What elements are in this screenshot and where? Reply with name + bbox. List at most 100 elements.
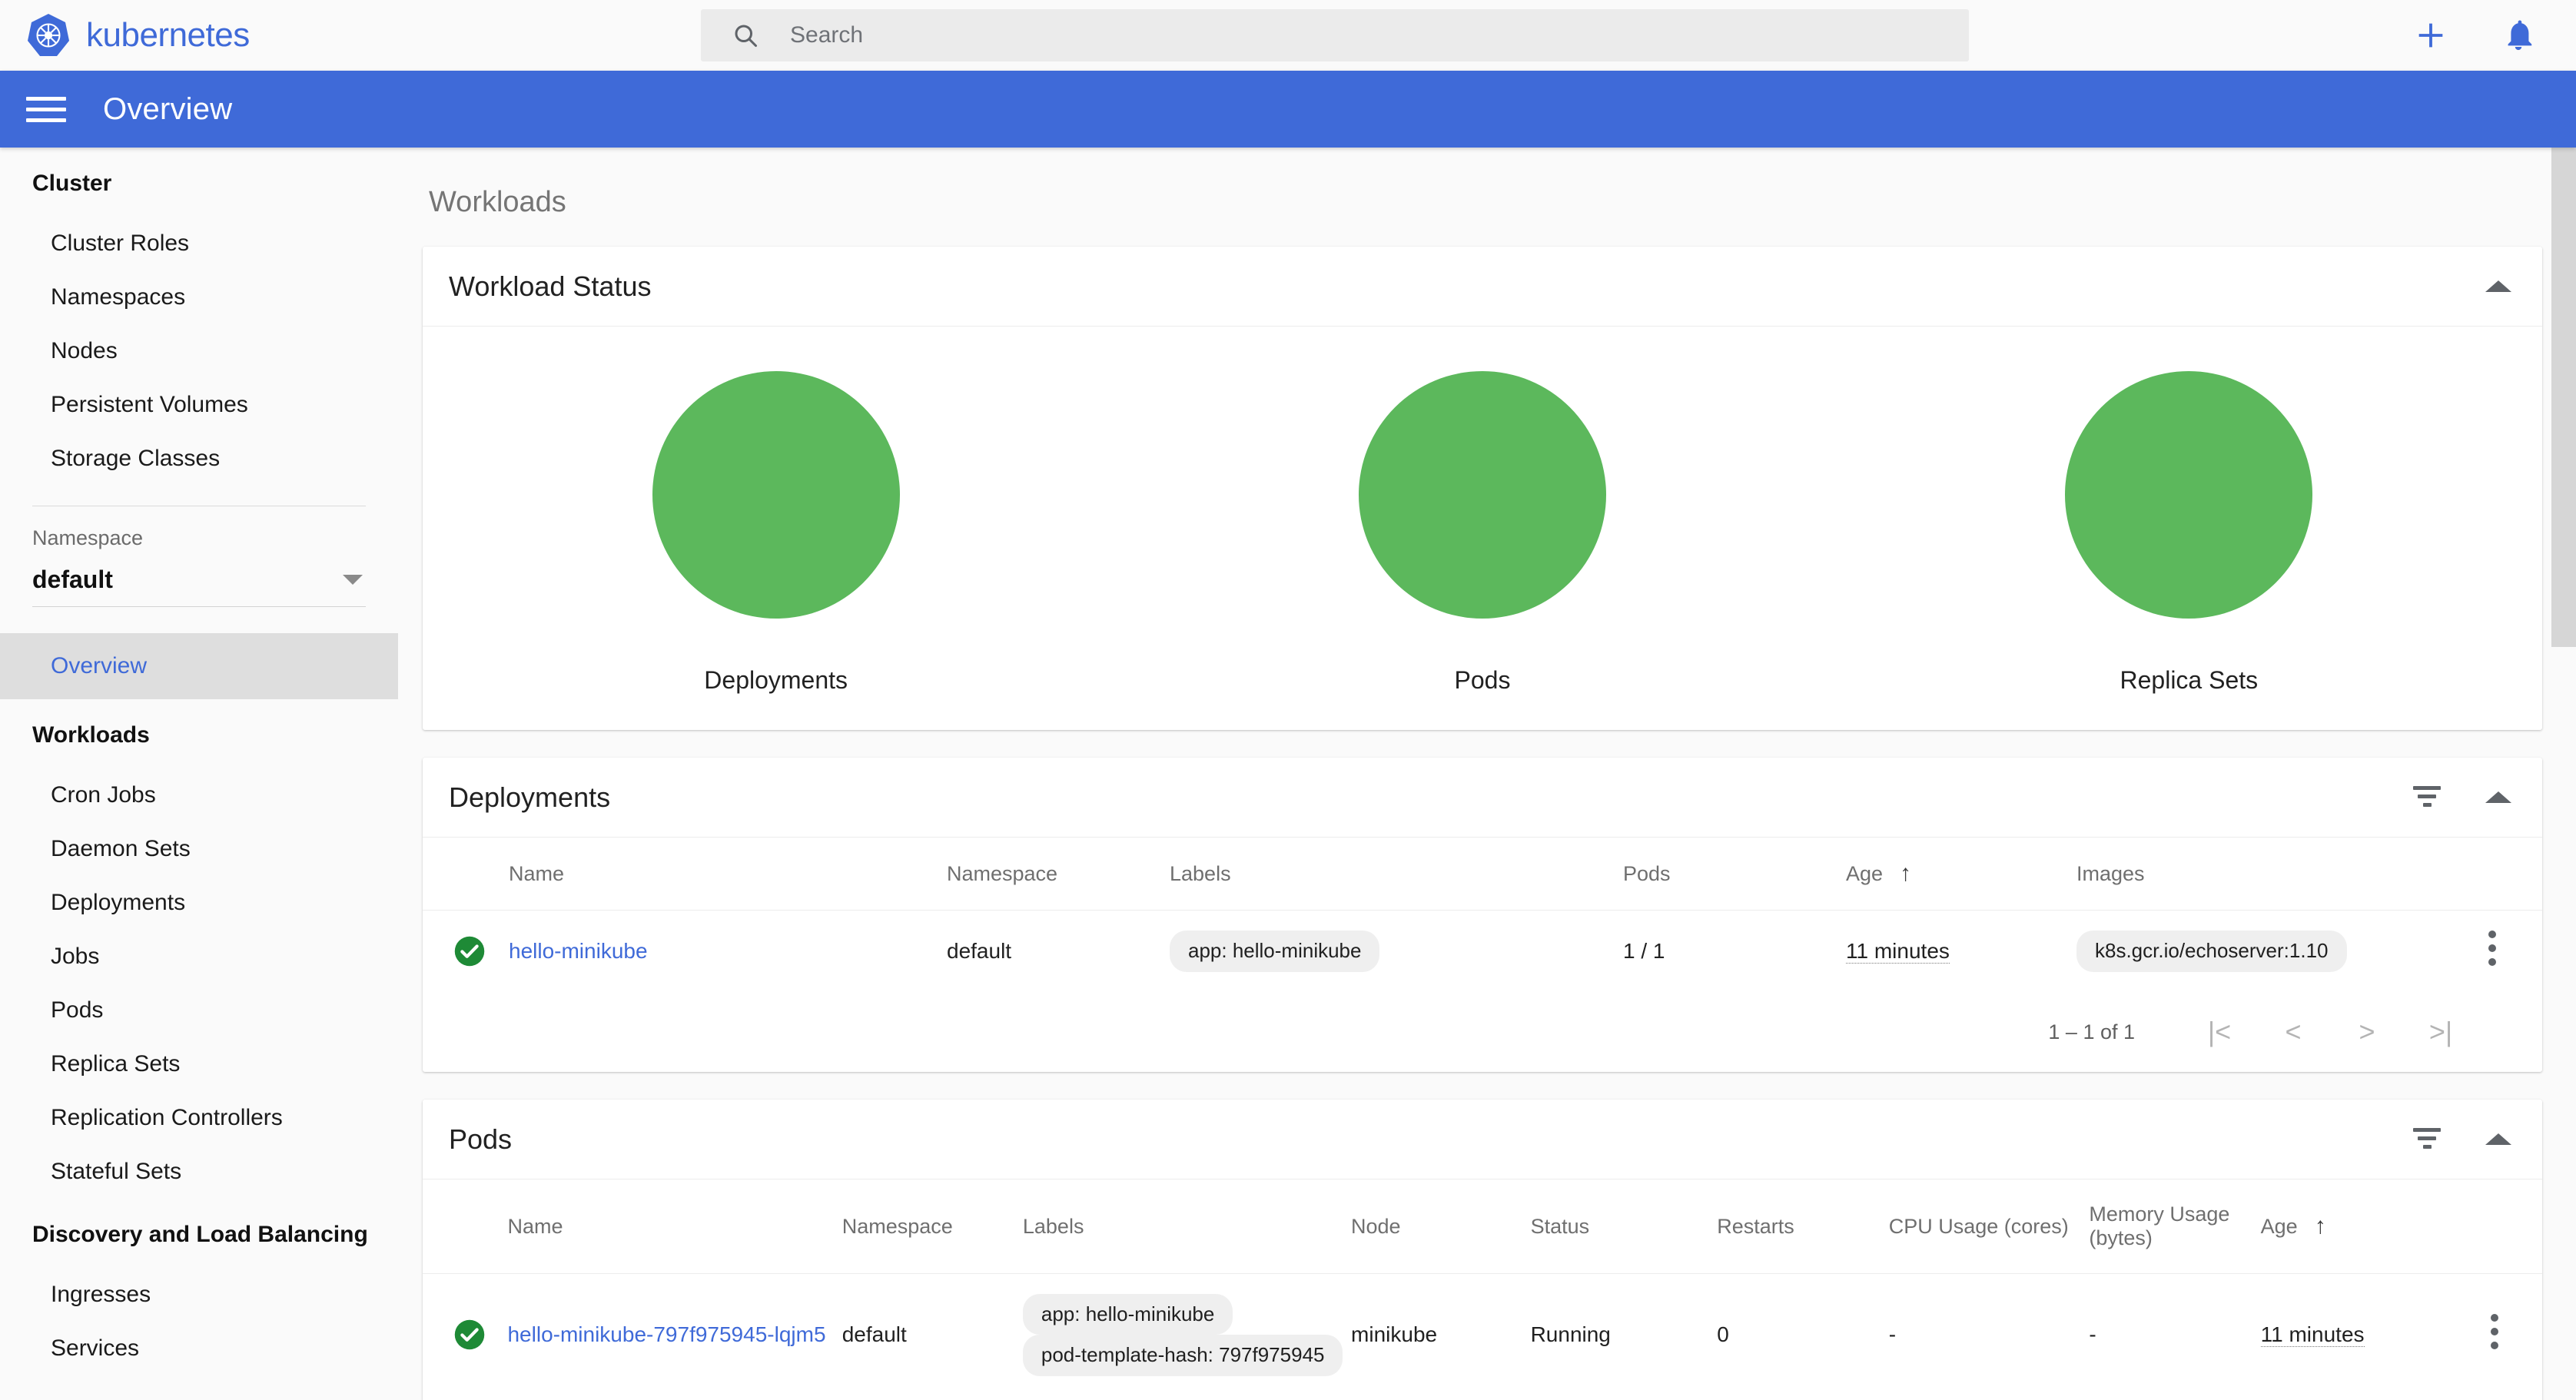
next-page-icon[interactable]: >	[2330, 1016, 2404, 1048]
sidebar-section-cluster: Cluster	[32, 171, 112, 196]
page-title: Workloads	[429, 186, 566, 218]
sidebar-item-persistent-volumes[interactable]: Persistent Volumes	[0, 378, 398, 432]
brand-logo-area[interactable]: kubernetes	[28, 13, 250, 58]
table-row[interactable]: hello-minikube default app: hello-miniku…	[423, 911, 2542, 993]
page-scrollbar[interactable]	[2551, 148, 2576, 1400]
first-page-icon[interactable]: |<	[2183, 1016, 2256, 1048]
deployments-card: Deployments Name Namespace Labels Pods A…	[423, 758, 2542, 1072]
workload-status-card: Workload Status Deployments Pods Replica…	[423, 247, 2542, 730]
sidebar-item-services[interactable]: Services	[0, 1322, 398, 1375]
sidebar-item-stateful-sets[interactable]: Stateful Sets	[0, 1145, 398, 1199]
bell-icon[interactable]	[2501, 18, 2536, 53]
search-icon	[735, 25, 757, 47]
namespace-select[interactable]: default	[32, 566, 366, 607]
deployments-card-header: Deployments	[423, 758, 2542, 838]
column-age[interactable]: Age ↑	[2260, 1179, 2447, 1274]
page-toolbar: Overview	[0, 71, 2576, 148]
sidebar-item-replica-sets[interactable]: Replica Sets	[0, 1037, 398, 1091]
hamburger-menu-icon[interactable]	[26, 90, 66, 129]
search-input[interactable]	[790, 22, 1969, 48]
top-header-bar: kubernetes	[0, 0, 2576, 71]
filter-icon[interactable]	[2412, 1127, 2442, 1151]
pods-table: Name Namespace Labels Node Status Restar…	[423, 1179, 2542, 1396]
sidebar-item-overview[interactable]: Overview	[0, 633, 398, 699]
chevron-up-icon[interactable]	[2485, 1133, 2511, 1145]
sidebar-item-storage-classes[interactable]: Storage Classes	[0, 432, 398, 486]
plus-icon[interactable]	[2413, 18, 2448, 53]
workload-status-graphs: Deployments Pods Replica Sets	[423, 327, 2542, 730]
column-age-label: Age	[2260, 1215, 2298, 1238]
column-pods[interactable]: Pods	[1623, 838, 1846, 911]
sidebar-item-namespaces[interactable]: Namespaces	[0, 270, 398, 324]
main-content: Workloads Workload Status Deployments Po…	[398, 148, 2576, 1400]
brand-name: kubernetes	[86, 16, 250, 54]
sidebar-item-jobs[interactable]: Jobs	[0, 930, 398, 984]
chevron-down-icon	[343, 575, 363, 585]
row-labels: app: hello-minikube pod-template-hash: 7…	[1022, 1274, 1351, 1396]
column-node[interactable]: Node	[1351, 1179, 1531, 1274]
row-pods: 1 / 1	[1623, 939, 1665, 963]
table-header-row: Name Namespace Labels Pods Age ↑ Images	[423, 838, 2542, 911]
column-age[interactable]: Age ↑	[1846, 838, 2076, 911]
sidebar-section-workloads: Workloads	[32, 722, 150, 748]
scrollbar-thumb[interactable]	[2551, 148, 2576, 647]
pod-name-link[interactable]: hello-minikube-797f975945-lqjm5	[507, 1322, 825, 1346]
header-actions	[2413, 0, 2536, 71]
column-name[interactable]: Name	[507, 1179, 842, 1274]
status-graph-label: Pods	[1454, 666, 1511, 694]
status-graph-pods: Pods	[1129, 371, 1835, 695]
replica-sets-donut-chart	[2065, 371, 2313, 619]
column-images[interactable]: Images	[2076, 838, 2442, 911]
deployments-pagination: 1 – 1 of 1 |< < > >|	[423, 992, 2542, 1072]
sort-ascending-icon: ↑	[1900, 861, 1912, 886]
pods-card-header: Pods	[423, 1100, 2542, 1179]
row-labels: app: hello-minikube	[1170, 911, 1623, 993]
workload-status-title: Workload Status	[449, 270, 652, 302]
sidebar-nav: Cluster Cluster Roles Namespaces Nodes P…	[0, 148, 398, 1400]
column-pod-status[interactable]: Status	[1530, 1179, 1718, 1274]
table-header-row: Name Namespace Labels Node Status Restar…	[423, 1179, 2542, 1274]
column-cpu-usage[interactable]: CPU Usage (cores)	[1888, 1179, 2090, 1274]
column-labels[interactable]: Labels	[1170, 838, 1623, 911]
sidebar-item-cron-jobs[interactable]: Cron Jobs	[0, 768, 398, 822]
age-value: 11 minutes	[2260, 1322, 2365, 1348]
chevron-up-icon[interactable]	[2485, 791, 2511, 803]
status-graph-deployments: Deployments	[423, 371, 1129, 695]
sidebar-item-cluster-roles[interactable]: Cluster Roles	[0, 217, 398, 270]
row-name: hello-minikube-797f975945-lqjm5	[507, 1274, 842, 1396]
page-title-toolbar: Overview	[103, 91, 233, 126]
search-bar[interactable]	[701, 9, 1969, 61]
label-chip: app: hello-minikube	[1170, 931, 1380, 972]
column-namespace[interactable]: Namespace	[947, 838, 1170, 911]
row-name: hello-minikube	[509, 911, 947, 993]
table-row[interactable]: hello-minikube-797f975945-lqjm5 default …	[423, 1274, 2542, 1396]
sidebar-item-nodes[interactable]: Nodes	[0, 324, 398, 378]
sidebar-item-ingresses[interactable]: Ingresses	[0, 1268, 398, 1322]
more-vert-icon[interactable]	[2488, 931, 2496, 966]
sidebar-item-replication-controllers[interactable]: Replication Controllers	[0, 1091, 398, 1145]
sidebar-item-daemon-sets[interactable]: Daemon Sets	[0, 822, 398, 876]
column-labels[interactable]: Labels	[1022, 1179, 1352, 1274]
namespace-label: Namespace	[32, 526, 144, 549]
workload-status-card-header: Workload Status	[423, 247, 2542, 327]
image-chip: k8s.gcr.io/echoserver:1.10	[2076, 931, 2347, 972]
row-cpu-usage: -	[1888, 1322, 1897, 1347]
column-memory-usage[interactable]: Memory Usage (bytes)	[2089, 1179, 2261, 1274]
column-namespace[interactable]: Namespace	[842, 1179, 1023, 1274]
last-page-icon[interactable]: >|	[2404, 1016, 2478, 1048]
column-name[interactable]: Name	[509, 838, 947, 911]
sidebar-item-pods[interactable]: Pods	[0, 984, 398, 1037]
row-pod-status: Running	[1530, 1322, 1611, 1347]
deployment-name-link[interactable]: hello-minikube	[509, 939, 648, 963]
more-vert-icon[interactable]	[2490, 1314, 2498, 1350]
prev-page-icon[interactable]: <	[2256, 1016, 2330, 1048]
row-status-cell	[423, 911, 509, 993]
filter-icon[interactable]	[2412, 785, 2442, 809]
row-age: 11 minutes	[2260, 1274, 2447, 1396]
sidebar-item-deployments[interactable]: Deployments	[0, 876, 398, 930]
pods-donut-chart	[1358, 371, 1606, 619]
pagination-range-label: 1 – 1 of 1	[2048, 1020, 2135, 1043]
chevron-up-icon[interactable]	[2485, 280, 2511, 292]
column-restarts[interactable]: Restarts	[1717, 1179, 1889, 1274]
pods-card: Pods Name Namespace Labels Node Status R…	[423, 1100, 2542, 1400]
